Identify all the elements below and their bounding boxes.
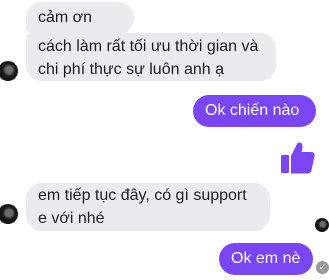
contact-avatar[interactable]	[0, 204, 18, 224]
incoming-message-bubble[interactable]: em tiếp tục đây, có gì support e với nhé	[26, 183, 270, 231]
outgoing-message-bubble[interactable]: Ok chiến nào	[193, 95, 316, 127]
outgoing-message-bubble[interactable]: Ok em nè	[219, 243, 313, 275]
message-text: em tiếp tục đây, có gì support e với nhé	[38, 187, 247, 227]
message-text: Ok em nè	[231, 250, 301, 267]
incoming-message-bubble[interactable]: cảm ơn anh	[26, 2, 134, 49]
message-text: cách làm rất tối ưu thời gian và chi phí…	[38, 38, 259, 78]
incoming-message-bubble[interactable]: cách làm rất tối ưu thời gian và chi phí…	[26, 33, 276, 81]
message-text: Ok chiến nào	[205, 102, 300, 119]
thumbs-up-icon[interactable]	[280, 141, 316, 175]
seen-check-icon: ✓	[316, 261, 329, 274]
read-receipt-avatar	[315, 218, 329, 232]
contact-avatar[interactable]	[0, 61, 18, 81]
